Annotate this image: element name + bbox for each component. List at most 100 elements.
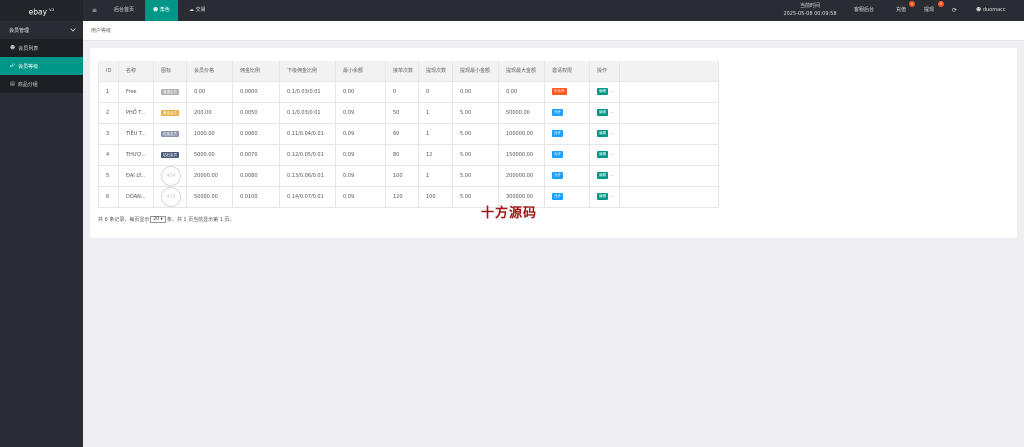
cell-id: 2 [98, 102, 119, 124]
cell-withdraws: 12 [418, 144, 453, 166]
cell-min-balance: 0.09 [335, 144, 386, 166]
current-time: 当前时间 2025-05-08 00:09:58 [783, 3, 837, 17]
column-header: 邀请权限 [544, 61, 590, 82]
cell-commission: 0.0070 [232, 144, 280, 166]
edit-button[interactable]: 编辑 [597, 193, 608, 200]
invite-permission-button[interactable]: 允许 [552, 193, 563, 200]
cell-invite: 允许 [544, 186, 590, 208]
level-badge: 钻石会员 [161, 151, 179, 158]
recharge-badge: 0 [909, 1, 915, 7]
sidebar-item-member-list[interactable]: ☻ 会员列表 [0, 39, 83, 57]
cell-sub-commission: 0.12/0.05/0.01 [279, 144, 336, 166]
more-icon[interactable]: … [608, 193, 615, 199]
sidebar: ebay V.2 会员管理 ☻ 会员列表 ☍ 会员等级 ▤ 商品分组 [0, 0, 83, 447]
cell-commission: 0.0050 [232, 102, 280, 124]
column-header: 佣金比例 [232, 61, 280, 82]
column-header: 最小余额 [335, 61, 386, 82]
recharge-link[interactable]: 充值 [896, 0, 906, 21]
cloud-icon: ☁ [189, 7, 196, 13]
cell-withdraw-min: 5.00 [452, 165, 499, 187]
cell-name: TIỂU T... [118, 123, 154, 145]
table-row: 6 DOAN... 404 50000.00 0.0100 0.14/0.07/0.01 0… [98, 186, 719, 208]
cell-orders: 60 [385, 123, 419, 145]
user-menu[interactable]: ☻ duomacc [976, 0, 1006, 21]
edit-button[interactable]: 编辑 [597, 130, 608, 137]
cell-id: 4 [98, 144, 119, 166]
sidebar-item-member-level[interactable]: ☍ 会员等级 [0, 57, 83, 75]
cell-price: 200.00 [186, 102, 233, 124]
broken-image-icon: 404 [161, 186, 181, 206]
cell-orders: 80 [385, 144, 419, 166]
tab-dashboard[interactable]: 后台首页 [114, 0, 134, 21]
cell-spacer [619, 102, 719, 124]
cell-sub-commission: 0.11/0.04/0.01 [279, 123, 336, 145]
cell-orders: 100 [385, 165, 419, 187]
withdraw-badge: 0 [938, 1, 944, 7]
cell-min-balance: 0.09 [335, 186, 386, 208]
column-header: 名称 [118, 61, 154, 82]
cell-commission: 0.0080 [232, 165, 280, 187]
column-header: 提现最大金额 [498, 61, 545, 82]
more-icon[interactable]: … [608, 130, 615, 136]
tab-trade[interactable]: ☁ 交易 [189, 0, 206, 21]
invite-permission-button[interactable]: 允许 [552, 151, 563, 158]
cell-orders: 50 [385, 102, 419, 124]
cell-id: 5 [98, 165, 119, 187]
cell-icon: 铂金会员 [153, 123, 187, 145]
edit-button[interactable]: 编辑 [597, 151, 608, 158]
cell-price: 0.00 [186, 81, 233, 103]
column-header: 提现次数 [418, 61, 453, 82]
cell-commission: 0.0060 [232, 123, 280, 145]
invite-permission-button[interactable]: 不允许 [552, 88, 567, 95]
more-icon[interactable]: … [608, 109, 615, 115]
cell-invite: 允许 [544, 123, 590, 145]
refresh-icon[interactable]: ⟳ [952, 0, 957, 21]
tab-roles[interactable]: ☻ 角色 [145, 0, 178, 21]
cell-withdraw-max: 100000.00 [498, 123, 545, 145]
cell-name: DOAN... [118, 186, 154, 208]
invite-permission-button[interactable]: 允许 [552, 172, 563, 179]
pagination: 共 6 条记录，每页显示 20 ▾ 条，共 1 页当前显示第 1 页。 [98, 216, 235, 223]
app-logo[interactable]: ebay V.2 [0, 0, 83, 21]
cell-icon: 404 [153, 165, 187, 187]
column-header: 接单次数 [385, 61, 419, 82]
cell-withdraw-min: 5.00 [452, 123, 499, 145]
pager-status: 条，共 1 页当前显示第 1 页。 [166, 217, 235, 223]
more-icon[interactable]: … [608, 151, 615, 157]
more-icon[interactable]: … [608, 172, 615, 178]
sidebar-item-product-group[interactable]: ▤ 商品分组 [0, 75, 83, 93]
cell-spacer [619, 186, 719, 208]
cell-invite: 不允许 [544, 81, 590, 103]
cell-spacer [619, 165, 719, 187]
menu-toggle-icon[interactable]: ≡ [92, 0, 97, 21]
cell-sub-commission: 0.1/0.03/0.01 [279, 81, 336, 103]
cell-id: 6 [98, 186, 119, 208]
breadcrumb: 用户等级 [83, 21, 1024, 41]
list-icon: ▤ [10, 81, 15, 87]
cell-action: 编辑 … [589, 123, 620, 145]
customer-service-link[interactable]: 客服后台 [854, 0, 874, 21]
withdraw-link[interactable]: 提现 [924, 0, 934, 21]
edit-button[interactable]: 编辑 [597, 172, 608, 179]
cell-action: 编辑 … [589, 81, 620, 103]
breadcrumb-item[interactable]: 用户等级 [91, 28, 111, 34]
cell-icon: 普通会员 [153, 81, 187, 103]
cell-withdraws: 1 [418, 102, 453, 124]
cell-action: 编辑 … [589, 165, 620, 187]
edit-button[interactable]: 编辑 [597, 88, 608, 95]
level-badge: 黄金会员 [161, 109, 179, 116]
column-header: 提现最小金额 [452, 61, 499, 82]
cell-name: ĐẠI LÝ... [118, 165, 154, 187]
edit-button[interactable]: 编辑 [597, 109, 608, 116]
invite-permission-button[interactable]: 允许 [552, 130, 563, 137]
more-icon[interactable]: … [608, 88, 615, 94]
invite-permission-button[interactable]: 允许 [552, 109, 563, 116]
cell-id: 1 [98, 81, 119, 103]
cell-orders: 120 [385, 186, 419, 208]
cell-spacer [619, 123, 719, 145]
broken-image-icon: 404 [161, 165, 181, 185]
sidebar-group-member[interactable]: 会员管理 [0, 21, 83, 39]
per-page-select[interactable]: 20 ▾ [150, 216, 166, 223]
user-icon: ☻ [976, 7, 983, 13]
cell-min-balance: 0.09 [335, 123, 386, 145]
